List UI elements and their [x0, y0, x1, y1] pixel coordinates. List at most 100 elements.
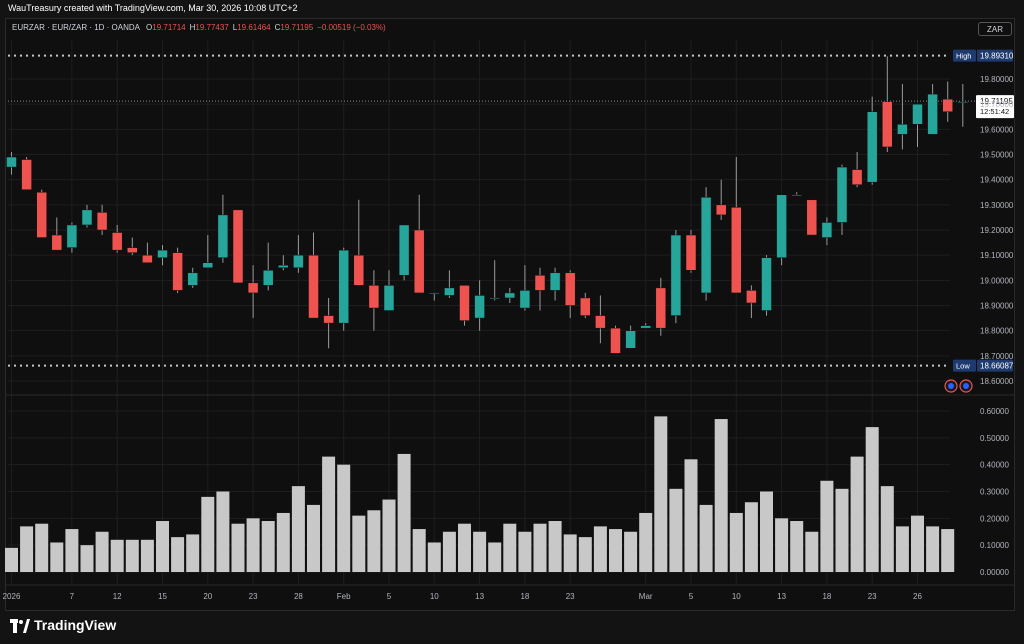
volume-bar: [307, 504, 320, 572]
candle-body: [549, 272, 561, 291]
volume-bar: [322, 456, 336, 572]
chart-svg[interactable]: High 19.89310Low 18.6608719.7119512:51:42 …: [0, 0, 1024, 644]
volume-bar: [382, 499, 396, 572]
price-panel[interactable]: High 19.89310Low 18.6608719.7119512:51:42: [6, 49, 1015, 393]
volume-bar: [805, 531, 819, 572]
volume-bar: [156, 521, 169, 572]
candle-body: [202, 262, 214, 269]
candle-body: [172, 252, 183, 291]
time-axis-label: 5: [387, 592, 392, 601]
candle-body: [821, 222, 833, 238]
volume-bar: [442, 531, 456, 572]
volume-bar: [593, 526, 607, 572]
volume-bar: [397, 453, 411, 572]
legend-change: −0.00519 (−0.03%): [317, 23, 386, 32]
volume-bar: [941, 529, 955, 572]
volume-bar: [110, 539, 124, 572]
time-axis-label: 23: [868, 592, 877, 601]
volume-axis-label: 0.60000: [980, 407, 1009, 416]
candle-body: [670, 234, 682, 316]
time-axis-label: 13: [475, 592, 484, 601]
candle-body: [655, 287, 667, 329]
volume-bar: [669, 488, 683, 572]
candle-body: [127, 247, 138, 253]
volume-bar: [895, 526, 909, 572]
price-axis-label: 18.90000: [980, 302, 1014, 311]
volume-bar: [201, 496, 215, 572]
legend-close: 19.71195: [280, 23, 313, 32]
candle-body: [866, 111, 878, 183]
candle-body: [610, 327, 621, 354]
volume-bar: [926, 526, 940, 572]
candle-body: [444, 287, 455, 296]
high-value-label: 19.89310: [980, 52, 1014, 61]
volume-bar: [65, 529, 79, 572]
volume-axis-label: 0.50000: [980, 434, 1009, 443]
candle-body: [580, 297, 591, 316]
volume-bar: [231, 523, 245, 572]
candle-body: [81, 209, 93, 226]
high-tag-label: High: [956, 52, 971, 61]
price-axis-label: 19.60000: [980, 125, 1014, 134]
candle-body: [625, 330, 636, 349]
candle-body: [111, 232, 123, 251]
volume-bar: [880, 486, 894, 572]
volume-bar: [533, 523, 547, 572]
legend-open: 19.71714: [152, 23, 186, 32]
volume-bar: [729, 512, 743, 572]
currency-button[interactable]: ZAR: [978, 22, 1012, 36]
candle-body: [746, 290, 757, 304]
volume-bar: [352, 515, 366, 572]
indicator-dot-icon: [963, 383, 969, 389]
price-axis-label: 19.40000: [980, 176, 1014, 185]
candle-body: [459, 285, 470, 321]
footer-brand: TradingView: [34, 617, 117, 633]
legend-symbol: EURZAR · EUR/ZAR · 1D · OANDA: [12, 23, 141, 32]
price-axis-label: 18.60000: [980, 377, 1014, 386]
candle-body: [957, 101, 969, 103]
candle-body: [51, 234, 63, 251]
volume-axis-label: 0.40000: [980, 461, 1009, 470]
candle-body: [96, 212, 108, 231]
candle-body: [761, 257, 772, 311]
volume-bar: [578, 537, 592, 572]
time-axis-label: 20: [203, 592, 212, 601]
volume-bar: [276, 512, 290, 572]
candle-body: [293, 254, 304, 269]
volume-bar: [473, 531, 487, 572]
volume-bar: [714, 419, 728, 572]
volume-bar: [609, 529, 622, 572]
candle-body: [534, 275, 546, 291]
volume-bar: [50, 542, 64, 572]
candle-body: [6, 156, 17, 168]
time-axis-label: 5: [689, 592, 694, 601]
time-axis-label: 18: [520, 592, 529, 601]
volume-bar: [820, 480, 834, 572]
candle-body: [715, 204, 727, 216]
volume-bar: [125, 539, 139, 572]
volume-bar: [850, 456, 864, 572]
candle-body: [731, 207, 742, 294]
candle-body: [21, 159, 32, 190]
price-axis-label: 19.10000: [980, 251, 1014, 260]
time-axis-label: 23: [249, 592, 258, 601]
candle-body: [504, 292, 516, 299]
candle-body: [262, 270, 274, 286]
volume-bar: [488, 542, 502, 572]
candle-body: [564, 272, 576, 306]
time-axis-label: 7: [70, 592, 75, 601]
price-axis-label: 19.00000: [980, 276, 1014, 285]
volume-bar: [35, 523, 49, 572]
volume-bar: [5, 547, 18, 572]
volume-axis-label: 0.10000: [980, 541, 1009, 550]
candle-body: [776, 194, 787, 258]
candle-body: [851, 169, 863, 185]
volume-bar: [865, 427, 879, 572]
time-axis-label: 28: [294, 592, 303, 601]
volume-bar: [216, 491, 230, 572]
volume-bar: [186, 534, 200, 572]
candle-body: [897, 124, 908, 135]
legend-line: EURZAR · EUR/ZAR · 1D · OANDA O19.71714 H1…: [12, 23, 386, 32]
volume-bar: [518, 531, 532, 572]
price-axis-label: 19.70000: [980, 100, 1014, 109]
